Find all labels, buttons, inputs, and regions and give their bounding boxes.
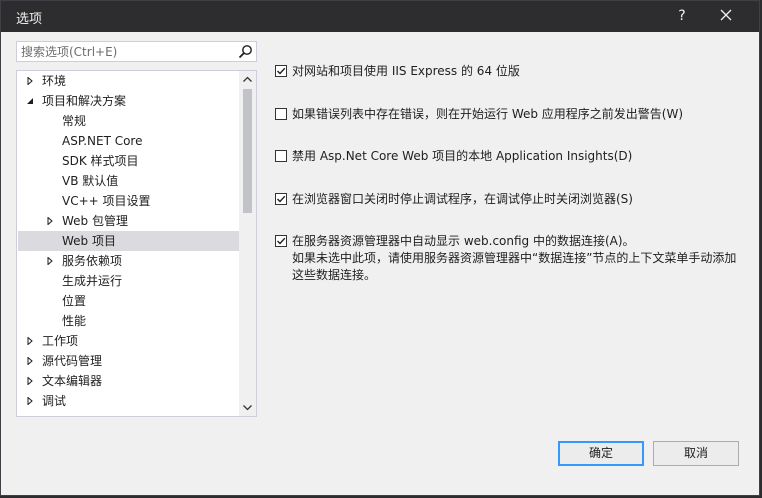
expand-arrow-icon[interactable] — [26, 397, 34, 405]
tree-item-label: 项目和解决方案 — [42, 94, 127, 108]
checkbox[interactable] — [275, 150, 287, 162]
tree-item[interactable]: 常规 — [18, 111, 240, 131]
tree-item-label: VC++ 项目设置 — [62, 194, 151, 208]
help-button[interactable]: ? — [670, 5, 694, 27]
ok-button[interactable]: 确定 — [558, 441, 644, 466]
option-label: 禁用 Asp.Net Core Web 项目的本地 Application In… — [292, 149, 633, 163]
options-dialog: 选项 ? 环境项目和解决方案常规 ASP.NET Core SDK 样式项目 VB 默… — [0, 0, 760, 496]
checkmark-icon — [277, 67, 286, 75]
checkbox[interactable] — [275, 193, 287, 205]
tree-item[interactable]: 生成并运行 — [18, 271, 240, 291]
tree-item-label: 服务依赖项 — [62, 254, 123, 268]
expand-arrow-icon[interactable] — [46, 257, 54, 265]
tree-item[interactable]: 项目和解决方案 — [18, 91, 240, 111]
dialog-title: 选项 — [16, 12, 43, 27]
search-box — [16, 41, 257, 62]
tree-item-label: 性能 — [62, 314, 87, 328]
expand-arrow-icon[interactable] — [26, 337, 34, 345]
tree-item[interactable]: SDK 样式项目 — [18, 151, 240, 171]
expand-arrow-icon[interactable] — [26, 77, 34, 85]
expand-arrow-icon[interactable] — [26, 377, 34, 385]
option-label: 在浏览器窗口关闭时停止调试程序，在调试停止时关闭浏览器(S) — [292, 192, 633, 206]
tree-item-label: 常规 — [62, 114, 87, 128]
tree-item[interactable]: VB 默认值 — [18, 171, 240, 191]
tree-item[interactable]: 环境 — [18, 71, 240, 91]
tree-item[interactable]: VC++ 项目设置 — [18, 191, 240, 211]
option-checkbox-row[interactable]: 在服务器资源管理器中自动显示 web.config 中的数据连接(A)。如果未选… — [275, 233, 745, 285]
tree-item[interactable]: 工作项 — [18, 331, 240, 351]
tree-item-label: SDK 样式项目 — [62, 154, 139, 168]
tree-item-label: 环境 — [42, 74, 67, 88]
tree-list: 环境项目和解决方案常规 ASP.NET Core SDK 样式项目 VB 默认值 VC+… — [18, 71, 240, 411]
scroll-down-arrow[interactable] — [239, 399, 256, 416]
tree-item[interactable]: 文本编辑器 — [18, 371, 240, 391]
close-button[interactable] — [714, 5, 738, 27]
tree-item-label: 文本编辑器 — [42, 374, 103, 388]
tree-item[interactable]: 服务依赖项 — [18, 251, 240, 271]
option-label: 对网站和项目使用 IIS Express 的 64 位版 — [292, 64, 520, 78]
expand-arrow-icon[interactable] — [46, 217, 54, 225]
close-icon — [720, 9, 732, 21]
checkmark-icon — [277, 237, 286, 245]
checkbox[interactable] — [275, 108, 287, 120]
collapse-arrow-icon[interactable] — [26, 97, 34, 105]
tree-item[interactable]: ASP.NET Core — [18, 131, 240, 151]
tree-item-label: VB 默认值 — [62, 174, 119, 188]
tree-item[interactable]: 调试 — [18, 391, 240, 411]
checkbox[interactable] — [275, 65, 287, 77]
search-input[interactable] — [21, 43, 231, 60]
tree-item-label: 工作项 — [42, 334, 79, 348]
scrollbar-thumb[interactable] — [243, 89, 252, 213]
option-checkbox-row[interactable]: 如果错误列表中存在错误，则在开始运行 Web 应用程序之前发出警告(W) — [275, 106, 745, 124]
checkmark-icon — [277, 195, 286, 203]
tree-item-label: 位置 — [62, 294, 87, 308]
option-label: 如果错误列表中存在错误，则在开始运行 Web 应用程序之前发出警告(W) — [292, 107, 684, 121]
tree-item[interactable]: Web 项目 — [18, 231, 240, 251]
tree-item-label: 调试 — [42, 394, 67, 408]
tree-item-label: ASP.NET Core — [62, 134, 143, 148]
tree-item[interactable]: Web 包管理 — [18, 211, 240, 231]
tree-item-label: 源代码管理 — [42, 354, 103, 368]
option-checkbox-row[interactable]: 禁用 Asp.Net Core Web 项目的本地 Application In… — [275, 148, 745, 166]
option-label: 在服务器资源管理器中自动显示 web.config 中的数据连接(A)。 — [292, 234, 635, 248]
option-checkbox-row[interactable]: 对网站和项目使用 IIS Express 的 64 位版 — [275, 63, 745, 81]
option-checkbox-row[interactable]: 在浏览器窗口关闭时停止调试程序，在调试停止时关闭浏览器(S) — [275, 191, 745, 209]
options-tree: 环境项目和解决方案常规 ASP.NET Core SDK 样式项目 VB 默认值 VC+… — [16, 70, 257, 417]
tree-item[interactable]: 位置 — [18, 291, 240, 311]
option-description: 如果未选中此项，请使用服务器资源管理器中“数据连接”节点的上下文菜单手动添加这些… — [292, 251, 737, 282]
title-bar: 选项 ? — [1, 1, 759, 32]
cancel-button[interactable]: 取消 — [653, 441, 739, 466]
tree-item[interactable]: 源代码管理 — [18, 351, 240, 371]
tree-item-label: Web 项目 — [62, 234, 116, 248]
checkbox[interactable] — [275, 235, 287, 247]
tree-scrollbar[interactable] — [239, 71, 256, 416]
scroll-up-arrow[interactable] — [239, 71, 256, 88]
tree-item-label: Web 包管理 — [62, 214, 128, 228]
search-icon[interactable] — [238, 44, 253, 59]
tree-item[interactable]: 性能 — [18, 311, 240, 331]
tree-item-label: 生成并运行 — [62, 274, 123, 288]
expand-arrow-icon[interactable] — [26, 357, 34, 365]
